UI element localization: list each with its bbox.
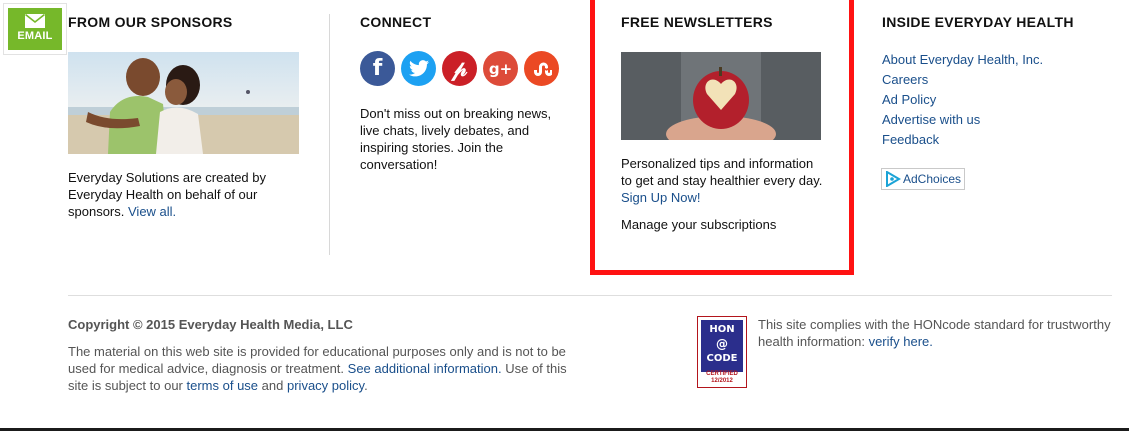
ad-policy-link[interactable]: Ad Policy [882, 90, 1043, 110]
newsletters-text: Personalized tips and information to get… [621, 155, 826, 206]
connect-text: Don't miss out on breaking news, live ch… [360, 106, 552, 172]
sign-up-link[interactable]: Sign Up Now! [621, 190, 700, 205]
sponsors-text: Everyday Solutions are created by Everyd… [68, 169, 288, 220]
email-button[interactable]: EMAIL [8, 8, 62, 50]
hon-cert-label: CERTIFIED [706, 371, 738, 377]
disclaimer-text: The material on this web site is provide… [68, 344, 567, 393]
hon-description: This site complies with the HONcode stan… [758, 317, 1111, 349]
twitter-icon[interactable] [401, 51, 436, 86]
footer-divider [68, 295, 1112, 296]
newsletters-description: Personalized tips and information to get… [621, 156, 823, 188]
hon-cert-date: 12/2012 [711, 378, 733, 384]
pinterest-icon[interactable]: 𝓅 [442, 51, 477, 86]
hon-badge-line2: @ [716, 337, 728, 351]
about-link[interactable]: About Everyday Health, Inc. [882, 50, 1043, 70]
privacy-link[interactable]: privacy policy [287, 378, 364, 393]
inside-heading: INSIDE EVERYDAY HEALTH [882, 14, 1074, 30]
advertise-link[interactable]: Advertise with us [882, 110, 1043, 130]
manage-subscriptions-link[interactable]: Manage your subscriptions [621, 216, 776, 233]
newsletter-photo [621, 52, 821, 140]
adchoices-label: AdChoices [903, 172, 962, 186]
sponsors-heading: FROM OUR SPONSORS [68, 14, 233, 30]
additional-info-link[interactable]: See additional information. [348, 361, 502, 376]
hon-text: This site complies with the HONcode stan… [758, 316, 1118, 350]
hon-badge-line3: CODE [706, 353, 738, 364]
terms-link[interactable]: terms of use [187, 378, 259, 393]
social-icons: f 𝓅 g+ [360, 51, 559, 86]
facebook-icon[interactable]: f [360, 51, 395, 86]
careers-link[interactable]: Careers [882, 70, 1043, 90]
inside-links: About Everyday Health, Inc. Careers Ad P… [882, 50, 1043, 150]
disclaimer-and: and [261, 378, 284, 393]
email-share-widget: EMAIL [3, 3, 67, 55]
copyright-text: Copyright © 2015 Everyday Health Media, … [68, 317, 353, 332]
sponsor-photo [68, 52, 299, 154]
adchoices-button[interactable]: AdChoices [881, 168, 965, 190]
adchoices-icon [886, 171, 901, 187]
envelope-icon [25, 14, 45, 28]
verify-here-link[interactable]: verify here. [869, 334, 933, 349]
stumbleupon-icon[interactable] [524, 51, 559, 86]
hon-code-badge[interactable]: HON @ CODE CERTIFIED 12/2012 [697, 316, 747, 388]
newsletters-heading: FREE NEWSLETTERS [621, 14, 773, 30]
column-divider [329, 14, 330, 255]
connect-heading: CONNECT [360, 14, 432, 30]
hon-badge-line1: HON [709, 324, 735, 335]
hon-certified: CERTIFIED 12/2012 [698, 371, 746, 385]
google-plus-icon[interactable]: g+ [483, 51, 518, 86]
email-button-label: EMAIL [17, 30, 53, 42]
view-all-link[interactable]: View all. [128, 204, 176, 219]
feedback-link[interactable]: Feedback [882, 130, 1043, 150]
hon-badge-inner: HON @ CODE [701, 320, 743, 372]
